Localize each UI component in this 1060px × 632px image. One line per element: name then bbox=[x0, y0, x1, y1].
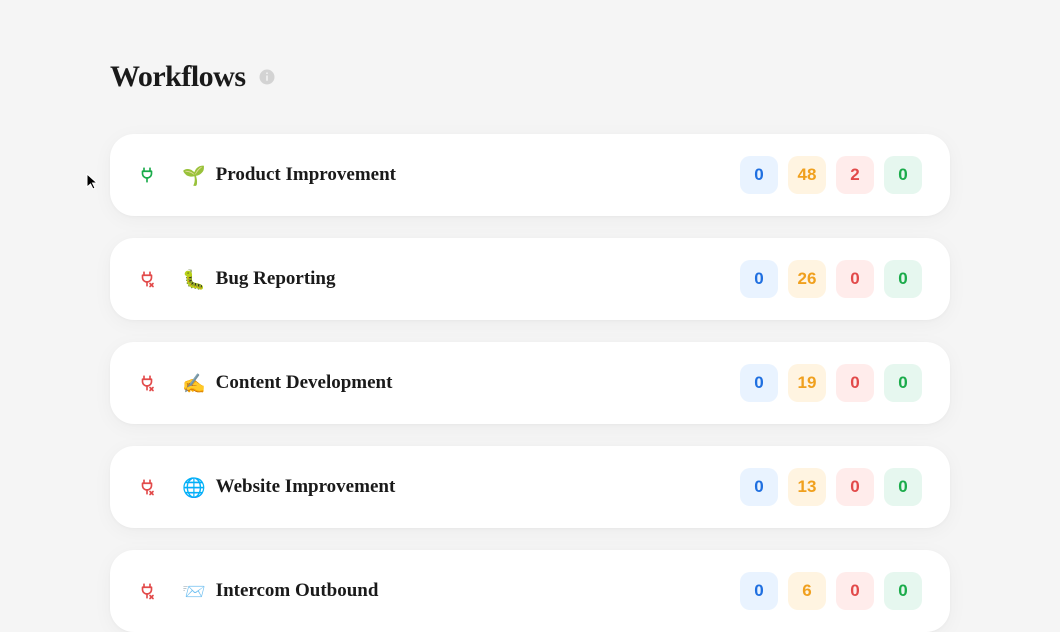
plug-disconnected-icon bbox=[138, 374, 156, 392]
workflow-label: Product Improvement bbox=[216, 164, 396, 186]
workflow-row[interactable]: 🐛 Bug Reporting 0 26 0 0 bbox=[110, 238, 950, 320]
plug-connected-icon bbox=[138, 166, 156, 184]
workflow-label: Intercom Outbound bbox=[216, 580, 379, 602]
count-red-badge[interactable]: 0 bbox=[836, 260, 874, 298]
page-header: Workflows bbox=[110, 60, 950, 94]
workflow-counts: 0 13 0 0 bbox=[740, 468, 922, 506]
workflow-label: Bug Reporting bbox=[216, 268, 336, 290]
count-red-badge[interactable]: 2 bbox=[836, 156, 874, 194]
count-green-badge[interactable]: 0 bbox=[884, 156, 922, 194]
workflow-label: Website Improvement bbox=[216, 476, 396, 498]
workflow-row[interactable]: 🌱 Product Improvement 0 48 2 0 bbox=[110, 134, 950, 216]
workflow-emoji-icon: 🐛 bbox=[182, 268, 206, 291]
workflow-counts: 0 26 0 0 bbox=[740, 260, 922, 298]
count-orange-badge[interactable]: 13 bbox=[788, 468, 826, 506]
workflow-row[interactable]: 🌐 Website Improvement 0 13 0 0 bbox=[110, 446, 950, 528]
count-green-badge[interactable]: 0 bbox=[884, 572, 922, 610]
info-icon[interactable] bbox=[258, 68, 276, 86]
workflow-name: 🐛 Bug Reporting bbox=[182, 268, 740, 291]
count-blue-badge[interactable]: 0 bbox=[740, 260, 778, 298]
count-green-badge[interactable]: 0 bbox=[884, 468, 922, 506]
workflow-list: 🌱 Product Improvement 0 48 2 0 bbox=[110, 134, 950, 632]
count-orange-badge[interactable]: 26 bbox=[788, 260, 826, 298]
workflow-counts: 0 6 0 0 bbox=[740, 572, 922, 610]
count-red-badge[interactable]: 0 bbox=[836, 572, 874, 610]
workflow-name: 🌐 Website Improvement bbox=[182, 476, 740, 499]
workflow-name: 📨 Intercom Outbound bbox=[182, 580, 740, 603]
count-blue-badge[interactable]: 0 bbox=[740, 156, 778, 194]
workflow-row[interactable]: ✍️ Content Development 0 19 0 0 bbox=[110, 342, 950, 424]
count-blue-badge[interactable]: 0 bbox=[740, 468, 778, 506]
workflow-emoji-icon: 🌱 bbox=[182, 164, 206, 187]
workflow-row[interactable]: 📨 Intercom Outbound 0 6 0 0 bbox=[110, 550, 950, 632]
count-orange-badge[interactable]: 19 bbox=[788, 364, 826, 402]
workflow-counts: 0 19 0 0 bbox=[740, 364, 922, 402]
workflow-counts: 0 48 2 0 bbox=[740, 156, 922, 194]
plug-disconnected-icon bbox=[138, 270, 156, 288]
count-green-badge[interactable]: 0 bbox=[884, 364, 922, 402]
workflow-name: ✍️ Content Development bbox=[182, 372, 740, 395]
page-title: Workflows bbox=[110, 60, 246, 94]
workflow-emoji-icon: 📨 bbox=[182, 580, 206, 603]
count-blue-badge[interactable]: 0 bbox=[740, 572, 778, 610]
workflow-emoji-icon: ✍️ bbox=[182, 372, 206, 395]
count-red-badge[interactable]: 0 bbox=[836, 364, 874, 402]
workflow-emoji-icon: 🌐 bbox=[182, 476, 206, 499]
count-green-badge[interactable]: 0 bbox=[884, 260, 922, 298]
count-red-badge[interactable]: 0 bbox=[836, 468, 874, 506]
count-orange-badge[interactable]: 6 bbox=[788, 572, 826, 610]
plug-disconnected-icon bbox=[138, 582, 156, 600]
count-blue-badge[interactable]: 0 bbox=[740, 364, 778, 402]
count-orange-badge[interactable]: 48 bbox=[788, 156, 826, 194]
workflow-name: 🌱 Product Improvement bbox=[182, 164, 740, 187]
plug-disconnected-icon bbox=[138, 478, 156, 496]
workflow-label: Content Development bbox=[216, 372, 393, 394]
